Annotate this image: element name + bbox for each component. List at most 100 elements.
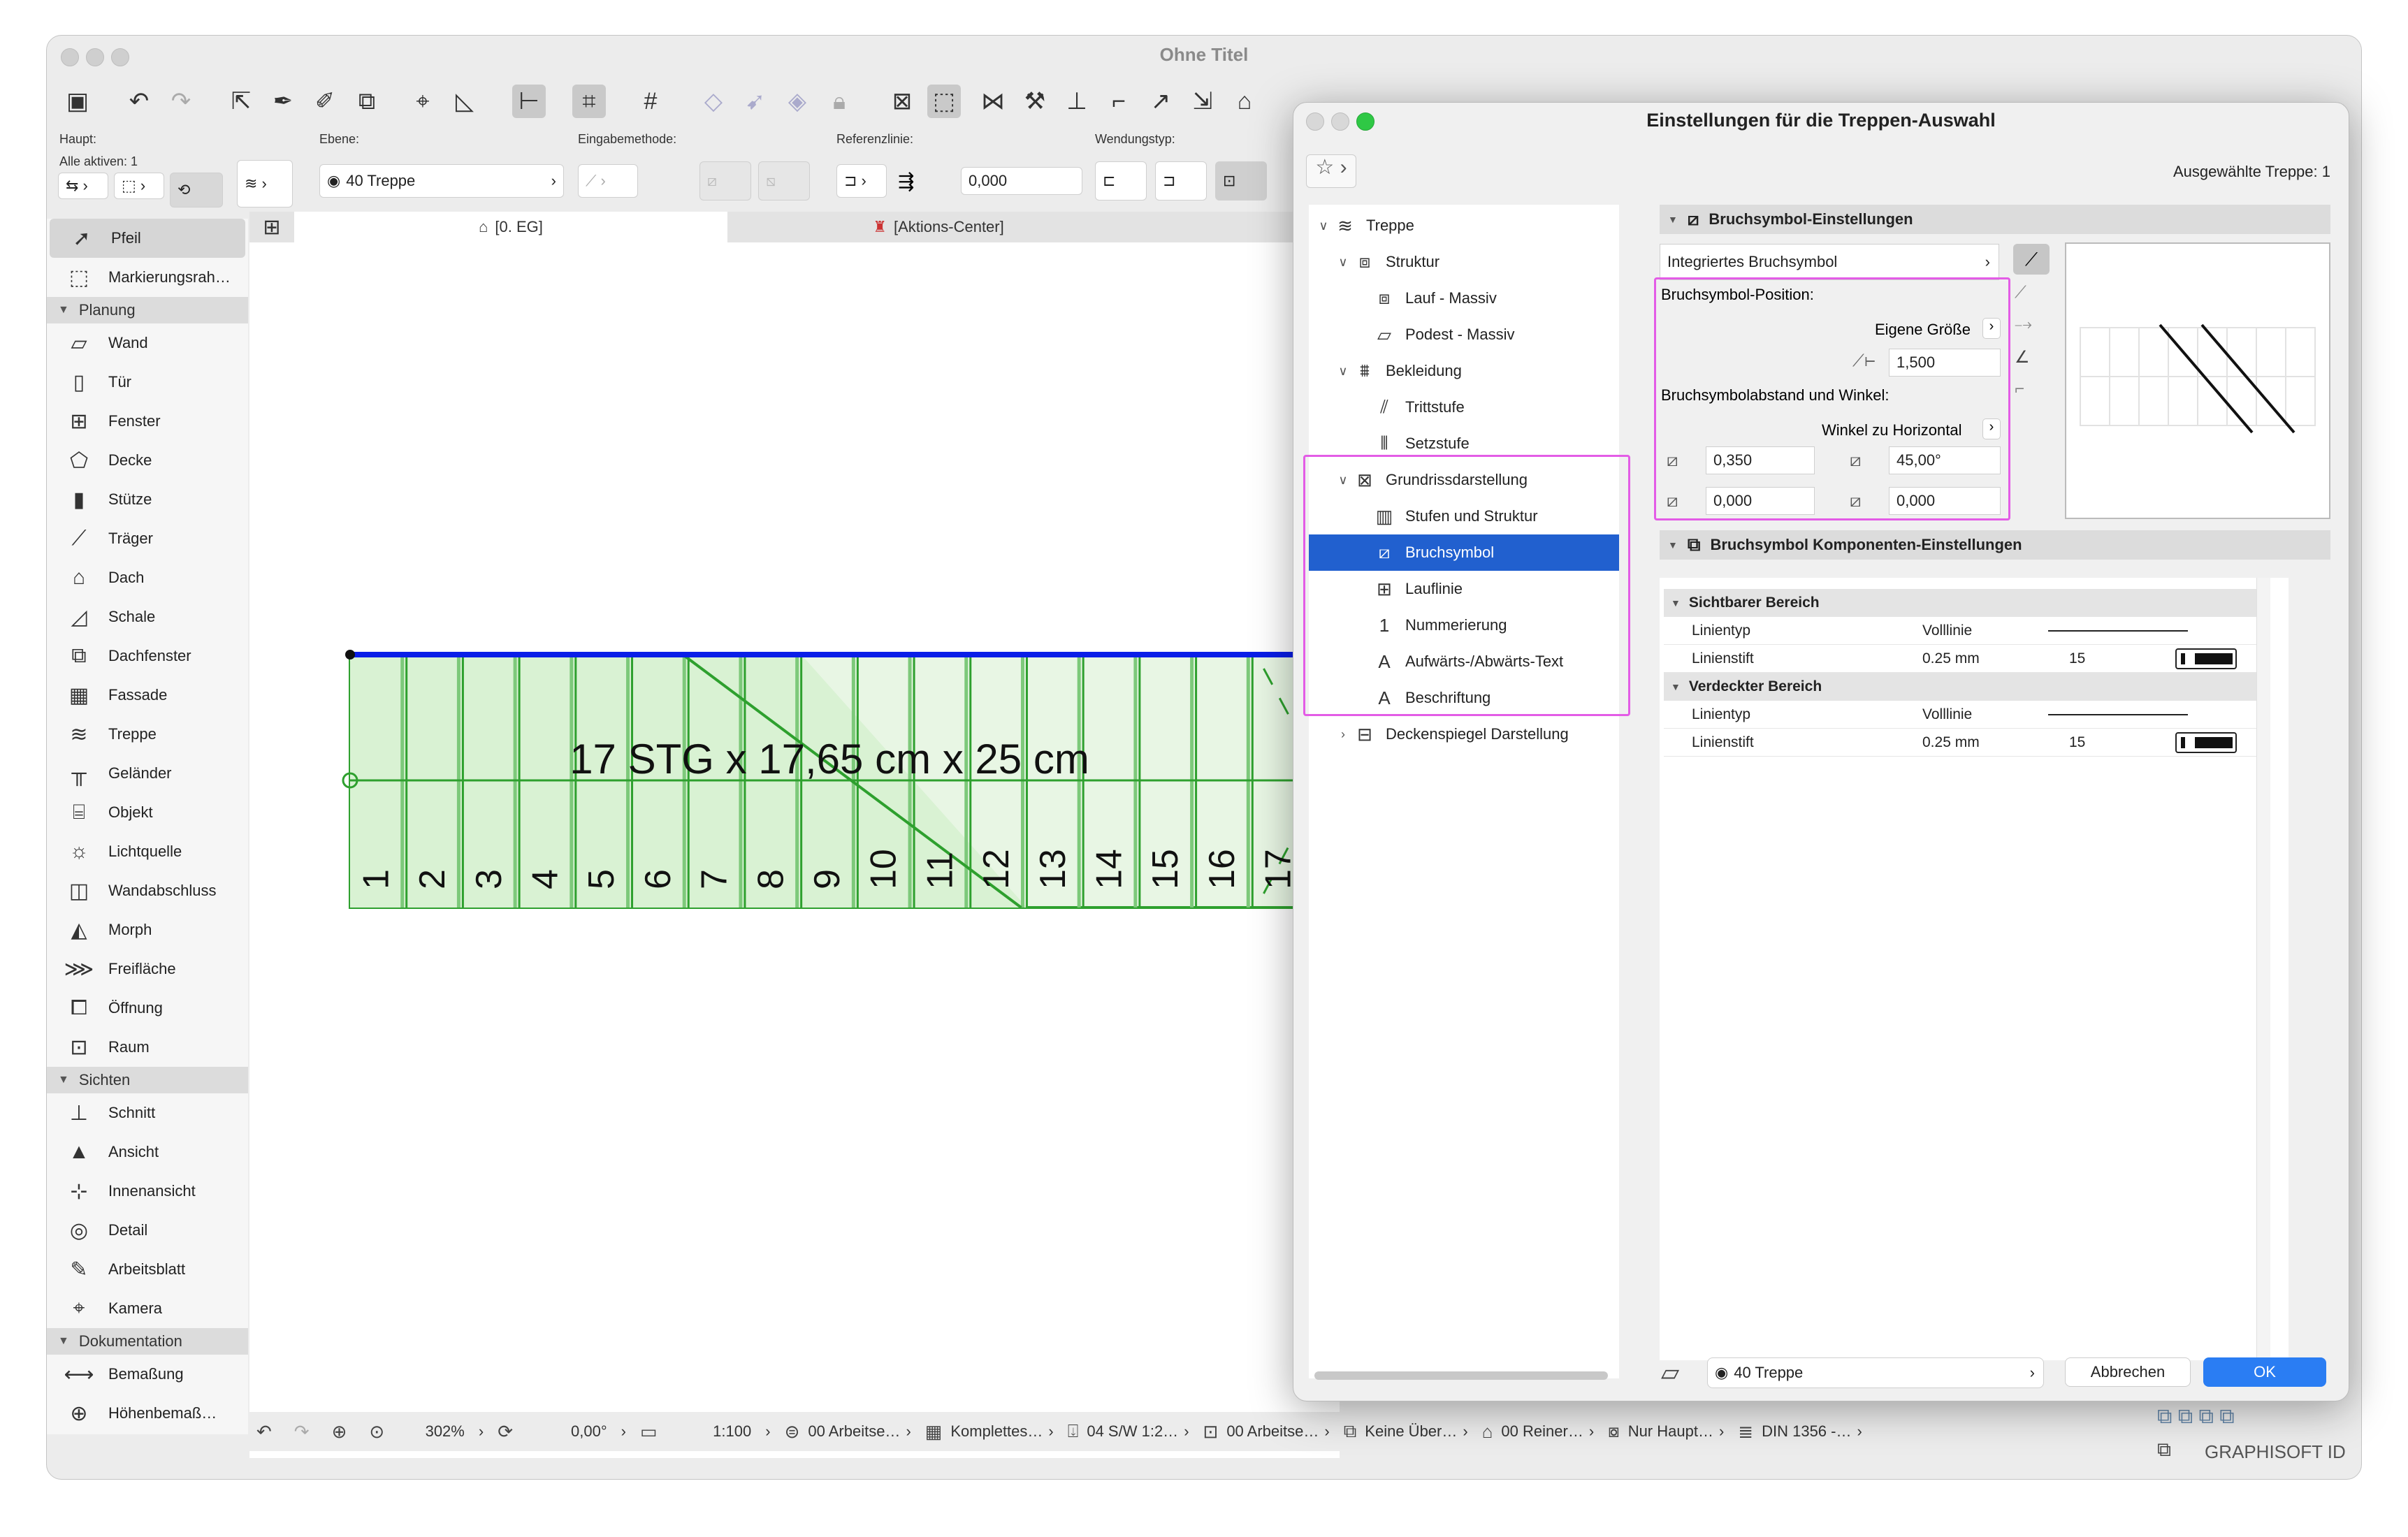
tool-item[interactable]: ⋙ Freifläche (47, 949, 248, 989)
override-select[interactable]: ⧉ Keine Über… › (1337, 1420, 1475, 1443)
break-style-5-icon[interactable]: ⌐ (2015, 379, 2024, 399)
tool-item[interactable]: ☼ Lichtquelle (47, 832, 248, 871)
tool-item[interactable]: ▲ Ansicht (47, 1132, 248, 1172)
reference-line-button[interactable]: ⊐ › (836, 164, 887, 198)
ok-button[interactable]: OK (2203, 1357, 2326, 1387)
tool-item[interactable]: ◭ Morph (47, 910, 248, 949)
group-1[interactable]: ▼ Sichten (47, 1067, 248, 1093)
tool-item[interactable]: ≋ Treppe (47, 715, 248, 754)
snap-icon[interactable]: ⌖ (406, 85, 440, 118)
offset-y-field[interactable]: 0,000 (1889, 487, 2001, 515)
break-style-4-icon[interactable]: ∠ (2015, 347, 2030, 367)
break-style-1-icon[interactable]: ⟋ (2013, 244, 2050, 275)
tool-item[interactable]: ⊹ Innenansicht (47, 1172, 248, 1211)
break-symbol-type-select[interactable]: Integriertes Bruchsymbol › (1660, 244, 1999, 280)
favorites-star-icon[interactable]: ☆ › (1306, 154, 1356, 188)
section-header-bruchsymbol[interactable]: ▼ ⧄ Bruchsymbol-Einstellungen (1660, 205, 2330, 234)
tool-item[interactable]: ⧉ Dachfenster (47, 636, 248, 676)
adjust-icon[interactable]: ⚒ (1018, 85, 1052, 118)
tool-item[interactable]: ⌖ Kamera (47, 1289, 248, 1328)
coordinate-icon[interactable]: ⌗ (572, 85, 606, 118)
marquee-filter-button[interactable]: ⬚ › (114, 173, 164, 199)
tree-item[interactable]: ∨ ⩩ Bekleidung (1309, 353, 1619, 389)
transfer-icon[interactable]: ⧉ (350, 85, 384, 118)
fillet-icon[interactable]: ⌐ (1102, 85, 1136, 118)
winkel-button[interactable]: › (1982, 418, 2001, 439)
tool-item[interactable]: ╥ Geländer (47, 754, 248, 793)
eigene-groesse-button[interactable]: › (1982, 318, 2001, 339)
input-method-button[interactable]: ⟋ › (578, 164, 638, 198)
guide-lines-icon[interactable]: ⊢ (512, 85, 546, 118)
rotation-icon[interactable]: ⟳ (491, 1421, 528, 1443)
stair-standard-select[interactable]: ≣ DIN 1356 -… › (1731, 1421, 1869, 1443)
tree-item[interactable]: › ⊟ Deckenspiegel Darstellung (1309, 716, 1619, 752)
zoom-level[interactable]: 302% › (400, 1422, 491, 1441)
table-row[interactable]: Linienstift 0.25 mm 15 (1664, 729, 2265, 757)
dimension-select[interactable]: ⊡ 00 Arbeitse… › (1196, 1421, 1337, 1443)
tool-item[interactable]: ◿ Schale (47, 597, 248, 636)
geometry-method-1[interactable]: ⧄ (699, 161, 751, 201)
layers-icon[interactable]: ◈ (781, 85, 814, 118)
tool-pfeil[interactable]: ➚ Pfeil (50, 219, 245, 258)
turn-type-3[interactable]: ⊡ (1215, 161, 1267, 201)
table-row[interactable]: Linientyp Volllinie (1664, 701, 2265, 729)
tool-item[interactable]: ⊡ Raum (47, 1028, 248, 1067)
split-icon[interactable]: ⋈ (976, 85, 1010, 118)
curve-icon[interactable]: ↗ (1144, 85, 1177, 118)
scale-select[interactable]: 1:100 › (673, 1422, 778, 1441)
renovation-select[interactable]: ⌂ 00 Reiner… › (1475, 1421, 1601, 1443)
pen-set-select[interactable]: ⍗ 04 S/W 1:2… › (1061, 1420, 1196, 1443)
ruler-icon[interactable]: ◺ (448, 85, 481, 118)
plane-icon[interactable]: ◇ (697, 85, 730, 118)
tab-action-center[interactable]: ♜ [Aktions-Center] (729, 212, 1148, 242)
rotation-angle[interactable]: 0,00° › (528, 1422, 633, 1441)
turn-type-1[interactable]: ⊏ (1095, 161, 1147, 201)
tool-item[interactable]: ⧠ Öffnung (47, 989, 248, 1028)
distance-field[interactable]: 0,350 (1706, 446, 1815, 474)
tool-item[interactable]: ⟷ Bemaßung (47, 1355, 248, 1394)
group-0[interactable]: ▼ Planung (47, 297, 248, 323)
intersect-icon[interactable]: ⊥ (1060, 85, 1094, 118)
offset-x-field[interactable]: 0,000 (1706, 487, 1815, 515)
dialog-layer-select[interactable]: ◉ 40 Treppe › (1707, 1357, 2044, 1388)
grid-icon[interactable]: # (634, 85, 667, 118)
layer-combo-select[interactable]: ⊜ 00 Arbeitse… › (778, 1421, 918, 1443)
tool-item[interactable]: ▦ Fassade (47, 676, 248, 715)
tool-item[interactable]: ▮ Stütze (47, 480, 248, 519)
tool-item[interactable]: ◎ Detail (47, 1211, 248, 1250)
tool-item[interactable]: ⌸ Objekt (47, 793, 248, 832)
fit-icon[interactable]: ⬚ (927, 85, 961, 118)
tool-item[interactable]: ⌂ Dach (47, 558, 248, 597)
pen-swatch[interactable] (2175, 731, 2237, 753)
table-row[interactable]: Linienstift 0.25 mm 15 (1664, 645, 2265, 673)
structure-display-select[interactable]: ⧇ Nur Haupt… › (1601, 1420, 1731, 1443)
tree-item[interactable]: ⧈ Lauf - Massiv (1309, 280, 1619, 316)
pointer-icon[interactable]: ➹ (739, 85, 772, 118)
group-2[interactable]: ▼ Dokumentation (47, 1328, 248, 1355)
redo-view-icon[interactable]: ↷ (287, 1421, 325, 1443)
save-icon[interactable]: ▣ (61, 85, 94, 118)
tool-item[interactable]: ⟋ Träger (47, 519, 248, 558)
table-scrollbar[interactable] (2256, 578, 2270, 1360)
section-header-components[interactable]: ▼ ⧉ Bruchsymbol Komponenten-Einstellunge… (1660, 530, 2330, 560)
tree-item[interactable]: ⫽ Trittstufe (1309, 389, 1619, 425)
tree-item[interactable]: ∨ ⧈ Struktur (1309, 244, 1619, 280)
tool-item[interactable]: ✎ Arbeitsblatt (47, 1250, 248, 1289)
teamwork-icons[interactable]: ⧉ ⧉ ⧉ ⧉ (2157, 1405, 2235, 1429)
pick-up-icon[interactable]: ⇱ (224, 85, 258, 118)
home-icon[interactable]: ⌂ (1228, 85, 1261, 118)
eyedropper-icon[interactable]: ✒ (266, 85, 300, 118)
break-style-2-icon[interactable]: ⟋ (2015, 283, 2026, 303)
turn-type-2[interactable]: ⊐ (1155, 161, 1207, 201)
break-style-3-icon[interactable]: ⤍ (2015, 315, 2032, 335)
floor-plan-canvas[interactable]: 17 STG x 17,65 cm x 25 cm 1 2 3 4 5 6 7 8 9 10 11 12… (249, 242, 1340, 1458)
redo-icon[interactable]: ↷ (164, 85, 198, 118)
visible-area-header[interactable]: ▼ Sichtbarer Bereich (1664, 589, 2265, 617)
reference-offset-field[interactable]: 0,000 (961, 167, 1082, 195)
windows-icon[interactable]: ⧉ (2157, 1438, 2171, 1462)
lock-icon[interactable]: 🔒︎ (822, 85, 856, 118)
tool-item[interactable]: ⊞ Fenster (47, 402, 248, 441)
tool-item[interactable]: ⊕ Höhenbemaß… (47, 1394, 248, 1433)
stair-drawing[interactable]: 17 STG x 17,65 cm x 25 cm1 2 3 4 5 6 7 8 9 10 11 12… (249, 242, 1340, 1412)
scale-icon[interactable]: ⊠ (885, 85, 919, 118)
